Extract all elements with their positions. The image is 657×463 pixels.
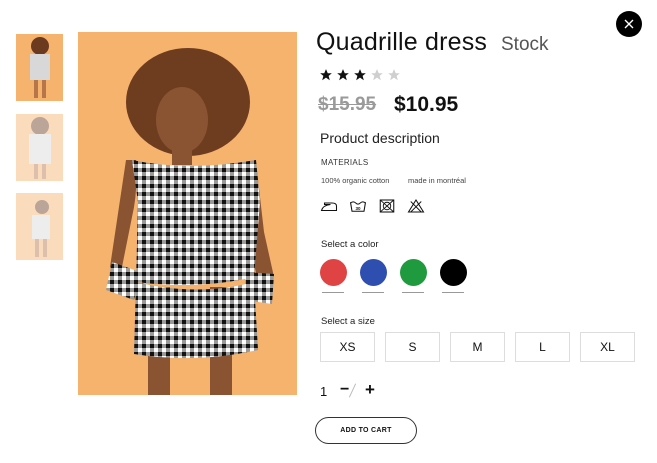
swatch-underline: [402, 292, 424, 293]
thumbnail-3[interactable]: [16, 193, 63, 260]
sale-price: $10.95: [394, 93, 459, 116]
no-bleach-icon: [407, 199, 425, 213]
swatch-underline: [322, 292, 344, 293]
add-to-cart-button[interactable]: ADD TO CART: [315, 417, 417, 444]
color-swatch-red[interactable]: [320, 259, 348, 293]
star-empty-icon: [371, 69, 383, 81]
color-swatch-green[interactable]: [400, 259, 428, 293]
size-option-xl[interactable]: XL: [580, 332, 635, 362]
product-title: Quadrille dress: [316, 28, 488, 56]
swatch-circle: [440, 259, 467, 286]
materials-label: MATERIALS: [321, 158, 369, 167]
size-option-s[interactable]: S: [385, 332, 440, 362]
size-option-m[interactable]: M: [450, 332, 505, 362]
color-swatch-blue[interactable]: [360, 259, 388, 293]
thumbnail-1[interactable]: [16, 34, 63, 101]
size-option-xs[interactable]: XS: [320, 332, 375, 362]
swatch-underline: [442, 292, 464, 293]
no-tumble-dry-icon: [379, 199, 395, 213]
star-icon: [354, 69, 366, 81]
size-option-l[interactable]: L: [515, 332, 570, 362]
quantity-value: 1: [320, 384, 328, 399]
model-thumbnail-image: [16, 193, 63, 260]
rating-stars: [319, 68, 401, 82]
model-thumbnail-image: [16, 34, 63, 101]
original-price: $15.95: [318, 94, 377, 115]
material-item: made in montréal: [408, 176, 466, 185]
svg-text:30: 30: [355, 206, 361, 211]
wash-30-icon: 30: [349, 201, 367, 212]
model-thumbnail-image: [16, 114, 63, 181]
swatch-circle: [320, 259, 347, 286]
care-instructions: 30: [320, 198, 425, 214]
swatch-circle: [360, 259, 387, 286]
swatch-circle: [400, 259, 427, 286]
thumbnail-2[interactable]: [16, 114, 63, 181]
stock-status: Stock: [501, 34, 549, 55]
iron-icon: [320, 202, 338, 212]
close-button[interactable]: [616, 11, 642, 37]
product-main-image: [78, 32, 297, 395]
color-section-label: Select a color: [321, 239, 379, 250]
color-swatch-black[interactable]: [440, 259, 468, 293]
star-icon: [320, 69, 332, 81]
material-item: 100% organic cotton: [321, 176, 390, 185]
swatch-underline: [362, 292, 384, 293]
close-icon: [624, 19, 634, 29]
quantity-increase-button[interactable]: +: [365, 380, 375, 400]
star-empty-icon: [388, 69, 400, 81]
star-icon: [337, 69, 349, 81]
size-section-label: Select a size: [321, 316, 375, 327]
quantity-divider: [348, 383, 357, 398]
description-heading: Product description: [320, 130, 440, 146]
